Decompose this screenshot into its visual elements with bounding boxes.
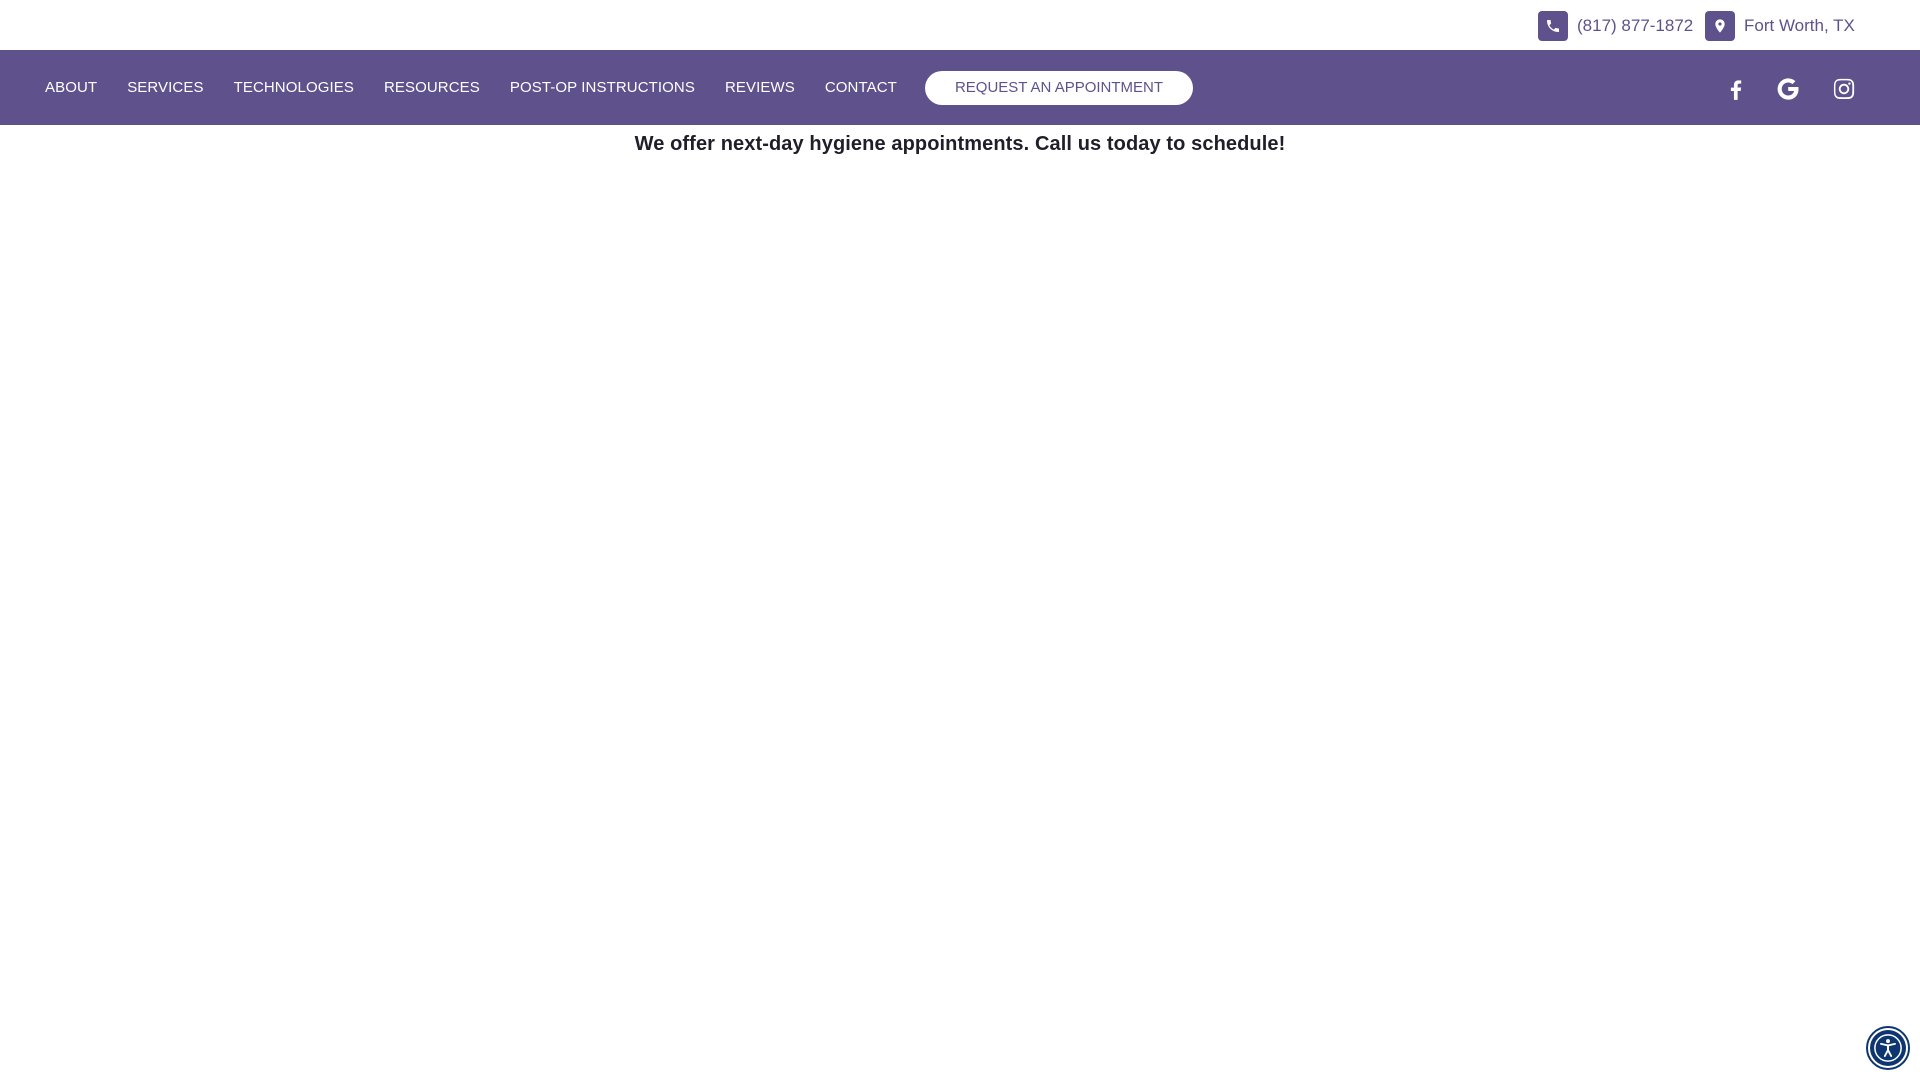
accessibility-button[interactable]	[1866, 1026, 1910, 1070]
nav-item-about[interactable]: ABOUT	[30, 79, 112, 96]
google-link[interactable]	[1775, 76, 1801, 102]
nav-item-reviews[interactable]: REVIEWS	[710, 79, 810, 96]
request-appointment-button[interactable]: REQUEST AN APPOINTMENT	[924, 70, 1194, 105]
nav-item-resources[interactable]: RESOURCES	[369, 79, 495, 96]
nav-item-contact[interactable]: CONTACT	[810, 79, 912, 96]
phone-icon	[1538, 11, 1568, 41]
main-navbar: ABOUT SERVICES TECHNOLOGIES RESOURCES PO…	[0, 50, 1920, 125]
announcement-text: We offer next-day hygiene appointments. …	[634, 133, 1286, 155]
nav-item-technologies[interactable]: TECHNOLOGIES	[219, 79, 369, 96]
phone-link[interactable]: (817) 877-1872	[1538, 11, 1693, 41]
phone-number: (817) 877-1872	[1577, 16, 1694, 35]
facebook-icon	[1723, 76, 1749, 102]
map-pin-icon	[1705, 11, 1735, 41]
nav-item-post-op-instructions[interactable]: POST-OP INSTRUCTIONS	[495, 79, 710, 96]
nav-item-services[interactable]: SERVICES	[112, 79, 218, 96]
instagram-icon	[1831, 76, 1857, 102]
nav-menu: ABOUT SERVICES TECHNOLOGIES RESOURCES PO…	[30, 50, 1194, 125]
instagram-link[interactable]	[1831, 76, 1857, 102]
google-icon	[1775, 76, 1801, 102]
facebook-link[interactable]	[1723, 76, 1749, 102]
top-contact-bar: (817) 877-1872 Fort Worth, TX	[0, 0, 1920, 50]
accessibility-icon	[1870, 1030, 1906, 1066]
location-link[interactable]: Fort Worth, TX	[1705, 11, 1855, 41]
location-text: Fort Worth, TX	[1744, 16, 1855, 35]
